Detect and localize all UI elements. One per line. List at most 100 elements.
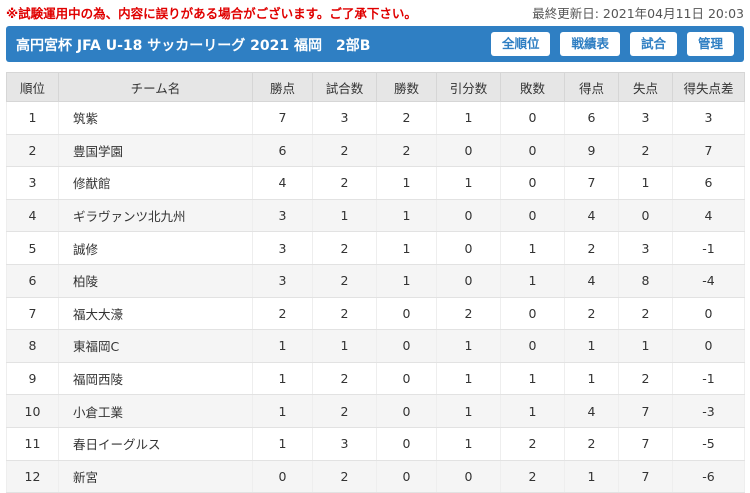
- points-cell: 1: [252, 427, 313, 461]
- results-grid-button[interactable]: 戦績表: [560, 32, 620, 56]
- draws-cell: 0: [436, 264, 501, 298]
- team-cell[interactable]: 福大大濠: [58, 297, 253, 331]
- team-cell[interactable]: 小倉工業: [58, 394, 253, 428]
- team-cell[interactable]: 東福岡C: [58, 329, 253, 363]
- last-updated: 最終更新日: 2021年04月11日 20:03: [532, 6, 744, 21]
- top-bar: ※試験運用中の為、内容に誤りがある場合がございます。ご了承下さい。 最終更新日:…: [0, 0, 750, 24]
- all-standings-button[interactable]: 全順位: [490, 32, 551, 56]
- goals-against-cell: 3: [618, 101, 673, 135]
- goals-for-cell: 7: [564, 166, 619, 200]
- draws-cell: 1: [436, 101, 501, 135]
- goal-diff-cell: 4: [672, 199, 745, 233]
- played-cell: 1: [312, 199, 377, 233]
- table-row: 9 福岡西陵 1 2 0 1 1 1 2 -1: [6, 362, 745, 396]
- played-cell: 2: [312, 460, 377, 493]
- points-cell: 4: [252, 166, 313, 200]
- table-row: 10 小倉工業 1 2 0 1 1 4 7 -3: [6, 394, 745, 428]
- team-cell[interactable]: 新宮: [58, 460, 253, 493]
- matches-button[interactable]: 試合: [629, 32, 677, 56]
- league-title: 高円宮杯 JFA U-18 サッカーリーグ 2021 福岡 2部B: [16, 38, 371, 54]
- admin-button[interactable]: 管理: [686, 32, 734, 56]
- goals-for-cell: 1: [564, 329, 619, 363]
- table-row: 12 新宮 0 2 0 0 2 1 7 -6: [6, 460, 745, 493]
- team-cell[interactable]: 柏陵: [58, 264, 253, 298]
- team-cell[interactable]: 福岡西陵: [58, 362, 253, 396]
- goals-for-cell: 4: [564, 394, 619, 428]
- losses-cell: 0: [500, 329, 565, 363]
- goal-diff-cell: 3: [672, 101, 745, 135]
- team-cell[interactable]: 修猷館: [58, 166, 253, 200]
- rank-cell: 12: [6, 460, 59, 493]
- draws-cell: 0: [436, 134, 501, 168]
- goals-for-cell: 2: [564, 231, 619, 265]
- played-cell: 3: [312, 101, 377, 135]
- notice-text: ※試験運用中の為、内容に誤りがある場合がございます。ご了承下さい。: [6, 6, 417, 21]
- wins-cell: 0: [376, 394, 437, 428]
- goal-diff-cell: 6: [672, 166, 745, 200]
- goal-diff-cell: -1: [672, 231, 745, 265]
- losses-cell: 0: [500, 166, 565, 200]
- goals-for-cell: 9: [564, 134, 619, 168]
- table-row: 3 修猷館 4 2 1 1 0 7 1 6: [6, 166, 745, 200]
- goals-for-cell: 1: [564, 460, 619, 493]
- losses-cell: 1: [500, 231, 565, 265]
- draws-cell: 1: [436, 427, 501, 461]
- goals-against-cell: 7: [618, 427, 673, 461]
- losses-cell: 1: [500, 264, 565, 298]
- rank-cell: 2: [6, 134, 59, 168]
- team-cell[interactable]: 豊国学園: [58, 134, 253, 168]
- col-wins: 勝数: [376, 72, 437, 102]
- wins-cell: 1: [376, 199, 437, 233]
- points-cell: 1: [252, 362, 313, 396]
- goals-for-cell: 4: [564, 264, 619, 298]
- team-cell[interactable]: 春日イーグルス: [58, 427, 253, 461]
- goal-diff-cell: -6: [672, 460, 745, 493]
- goal-diff-cell: -5: [672, 427, 745, 461]
- losses-cell: 0: [500, 134, 565, 168]
- table-row: 4 ギラヴァンツ北九州 3 1 1 0 0 4 0 4: [6, 199, 745, 233]
- draws-cell: 1: [436, 362, 501, 396]
- points-cell: 6: [252, 134, 313, 168]
- table-row: 1 筑紫 7 3 2 1 0 6 3 3: [6, 101, 745, 135]
- draws-cell: 0: [436, 231, 501, 265]
- played-cell: 2: [312, 394, 377, 428]
- wins-cell: 1: [376, 231, 437, 265]
- losses-cell: 1: [500, 362, 565, 396]
- standings-table: 順位 チーム名 勝点 試合数 勝数 引分数 敗数 得点 失点 得失点差 1 筑紫 7…: [6, 72, 745, 493]
- table-row: 11 春日イーグルス 1 3 0 1 2 2 7 -5: [6, 427, 745, 461]
- wins-cell: 2: [376, 101, 437, 135]
- played-cell: 2: [312, 231, 377, 265]
- played-cell: 2: [312, 134, 377, 168]
- goals-against-cell: 2: [618, 297, 673, 331]
- col-goals-against: 失点: [618, 72, 673, 102]
- goals-against-cell: 1: [618, 166, 673, 200]
- wins-cell: 0: [376, 297, 437, 331]
- team-cell[interactable]: 誠修: [58, 231, 253, 265]
- goals-against-cell: 7: [618, 460, 673, 493]
- col-played: 試合数: [312, 72, 377, 102]
- losses-cell: 1: [500, 394, 565, 428]
- goal-diff-cell: 7: [672, 134, 745, 168]
- goal-diff-cell: 0: [672, 297, 745, 331]
- rank-cell: 4: [6, 199, 59, 233]
- header-nav: 全順位 戦績表 試合 管理: [490, 32, 734, 56]
- points-cell: 7: [252, 101, 313, 135]
- rank-cell: 5: [6, 231, 59, 265]
- goals-for-cell: 6: [564, 101, 619, 135]
- goal-diff-cell: -1: [672, 362, 745, 396]
- losses-cell: 2: [500, 427, 565, 461]
- played-cell: 1: [312, 329, 377, 363]
- goals-against-cell: 8: [618, 264, 673, 298]
- col-draws: 引分数: [436, 72, 501, 102]
- wins-cell: 0: [376, 329, 437, 363]
- goal-diff-cell: -3: [672, 394, 745, 428]
- goals-against-cell: 1: [618, 329, 673, 363]
- points-cell: 1: [252, 329, 313, 363]
- table-row: 5 誠修 3 2 1 0 1 2 3 -1: [6, 231, 745, 265]
- goals-for-cell: 2: [564, 427, 619, 461]
- rank-cell: 11: [6, 427, 59, 461]
- played-cell: 2: [312, 166, 377, 200]
- team-cell[interactable]: 筑紫: [58, 101, 253, 135]
- draws-cell: 1: [436, 394, 501, 428]
- team-cell[interactable]: ギラヴァンツ北九州: [58, 199, 253, 233]
